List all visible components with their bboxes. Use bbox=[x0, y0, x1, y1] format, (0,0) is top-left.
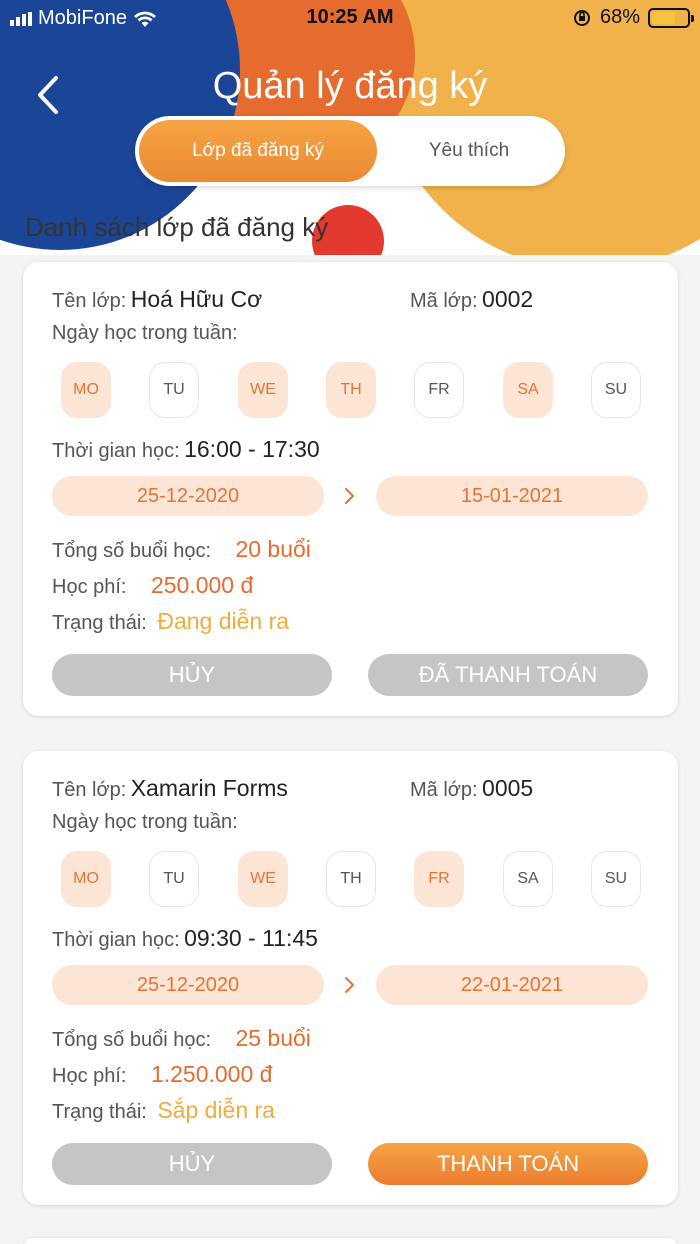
tab-registered-classes[interactable]: Lớp đã đăng ký bbox=[139, 120, 377, 182]
time-value: 09:30 - 11:45 bbox=[184, 925, 318, 951]
time-row: Thời gian học: 16:00 - 17:30 bbox=[52, 436, 320, 463]
total-sessions-row: Tổng số buổi học: 25 buổi bbox=[52, 1025, 311, 1052]
fee-row: Học phí: 1.250.000 đ bbox=[52, 1061, 272, 1088]
day-chip-mo: MO bbox=[61, 851, 111, 907]
time-label: Thời gian học: bbox=[52, 929, 180, 951]
status-bar: MobiFone 10:25 AM 68% bbox=[0, 0, 700, 36]
day-chip-fr: FR bbox=[414, 851, 464, 907]
battery-icon bbox=[648, 7, 694, 28]
weekday-list: MO TU WE TH FR SA SU bbox=[61, 362, 643, 418]
day-chip-th: TH bbox=[326, 362, 376, 418]
weekday-list: MO TU WE TH FR SA SU bbox=[61, 851, 643, 907]
end-date: 22-01-2021 bbox=[376, 965, 648, 1005]
day-chip-we: WE bbox=[238, 362, 288, 418]
page-title: Quản lý đăng ký bbox=[212, 65, 488, 107]
class-card: Tên lớp: Xamarin Forms Mã lớp: 0005 Ngày… bbox=[23, 751, 678, 1205]
day-chip-tu: TU bbox=[149, 851, 199, 907]
status-value: Sắp diễn ra bbox=[157, 1097, 275, 1123]
class-name-label: Tên lớp: bbox=[52, 290, 127, 312]
class-code-label: Mã lớp: bbox=[410, 290, 478, 312]
cancel-button[interactable]: HỦY bbox=[52, 654, 332, 696]
status-value: Đang diễn ra bbox=[157, 608, 290, 634]
paid-button[interactable]: ĐÃ THANH TOÁN bbox=[368, 654, 648, 696]
fee-row: Học phí: 250.000 đ bbox=[52, 572, 253, 599]
total-sessions-row: Tổng số buổi học: 20 buổi bbox=[52, 536, 311, 563]
day-chip-sa: SA bbox=[503, 362, 553, 418]
status-right: 68% bbox=[572, 6, 694, 29]
class-name-label: Tên lớp: bbox=[52, 779, 127, 801]
chevron-right-icon bbox=[345, 488, 354, 504]
class-code-label: Mã lớp: bbox=[410, 779, 478, 801]
end-date: 15-01-2021 bbox=[376, 476, 648, 516]
battery-fill bbox=[652, 11, 676, 24]
battery-percent: 68% bbox=[599, 6, 640, 28]
segmented-tabs: Lớp đã đăng ký Yêu thích bbox=[135, 116, 565, 186]
class-name-row: Tên lớp: Xamarin Forms bbox=[52, 775, 288, 802]
days-label: Ngày học trong tuần: bbox=[52, 811, 238, 833]
class-code-row: Mã lớp: 0005 bbox=[410, 775, 533, 802]
class-card: Tên lớp: Hoá Hữu Cơ Mã lớp: 0002 Ngày họ… bbox=[23, 262, 678, 716]
cancel-button[interactable]: HỦY bbox=[52, 1143, 332, 1185]
orientation-lock-icon bbox=[573, 9, 590, 26]
fee-value: 250.000 đ bbox=[150, 572, 254, 598]
status-row: Trạng thái: Đang diễn ra bbox=[52, 608, 289, 635]
start-date: 25-12-2020 bbox=[52, 965, 324, 1005]
days-label: Ngày học trong tuần: bbox=[52, 322, 238, 344]
total-sessions-label: Tổng số buổi học: bbox=[52, 540, 211, 562]
class-code-value: 0002 bbox=[482, 286, 534, 312]
list-title: Danh sách lớp đã đăng ký bbox=[25, 212, 329, 242]
time-row: Thời gian học: 09:30 - 11:45 bbox=[52, 925, 318, 952]
day-chip-su: SU bbox=[591, 362, 641, 418]
fee-label: Học phí: bbox=[52, 1065, 127, 1087]
pay-button[interactable]: THANH TOÁN bbox=[368, 1143, 648, 1185]
day-chip-tu: TU bbox=[149, 362, 199, 418]
class-name-value: Hoá Hữu Cơ bbox=[130, 286, 263, 312]
time-value: 16:00 - 17:30 bbox=[184, 436, 320, 462]
total-sessions-value: 25 buổi bbox=[235, 1025, 311, 1051]
day-chip-th: TH bbox=[326, 851, 376, 907]
day-chip-su: SU bbox=[591, 851, 641, 907]
chevron-right-icon bbox=[345, 977, 354, 993]
class-code-row: Mã lớp: 0002 bbox=[410, 286, 533, 313]
day-chip-fr: FR bbox=[414, 362, 464, 418]
fee-label: Học phí: bbox=[52, 576, 127, 598]
total-sessions-value: 20 buổi bbox=[235, 536, 311, 562]
fee-value: 1.250.000 đ bbox=[150, 1061, 273, 1087]
class-code-value: 0005 bbox=[482, 775, 534, 801]
day-chip-mo: MO bbox=[61, 362, 111, 418]
class-name-row: Tên lớp: Hoá Hữu Cơ bbox=[52, 286, 262, 313]
status-row: Trạng thái: Sắp diễn ra bbox=[52, 1097, 275, 1124]
total-sessions-label: Tổng số buổi học: bbox=[52, 1029, 211, 1051]
class-card-partial bbox=[23, 1238, 678, 1244]
tab-favorites[interactable]: Yêu thích bbox=[377, 120, 561, 182]
status-label: Trạng thái: bbox=[52, 612, 147, 634]
start-date: 25-12-2020 bbox=[52, 476, 324, 516]
class-name-value: Xamarin Forms bbox=[130, 775, 288, 801]
time-label: Thời gian học: bbox=[52, 440, 180, 462]
day-chip-we: WE bbox=[238, 851, 288, 907]
day-chip-sa: SA bbox=[503, 851, 553, 907]
status-label: Trạng thái: bbox=[52, 1101, 147, 1123]
